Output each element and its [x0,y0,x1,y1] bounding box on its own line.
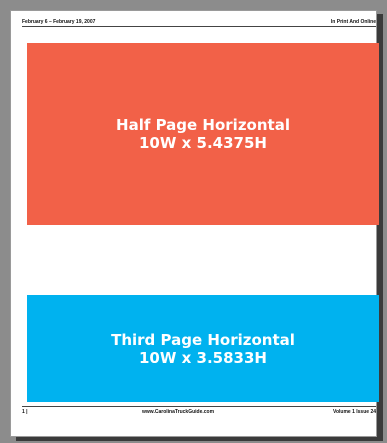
header-tagline: In Print And Online [330,19,376,25]
header-rule [22,26,376,27]
half-page-ad-title: Half Page Horizontal [116,116,290,134]
footer-website: www.CarolinaTruckGuide.com [142,409,215,415]
third-page-ad-placeholder: Third Page Horizontal 10W x 3.5833H [27,295,379,402]
footer-page-number: 1 | [22,409,28,415]
third-page-ad-title: Third Page Horizontal [111,330,295,349]
half-page-ad-placeholder: Half Page Horizontal 10W x 5.4375H [27,43,379,225]
half-page-ad-size: 10W x 5.4375H [139,134,267,152]
header-date-range: February 6 – February 19, 2007 [22,19,96,25]
footer-issue: Volume 1 Issue 24 [333,409,376,415]
footer-rule [22,406,376,407]
third-page-ad-size: 10W x 3.5833H [139,348,267,367]
